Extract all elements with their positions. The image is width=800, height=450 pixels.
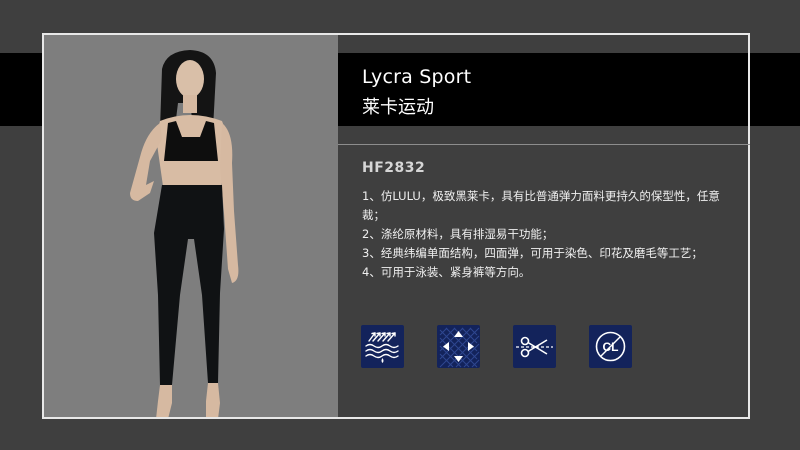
title-english: Lycra Sport [362,66,472,88]
moisture-wicking-icon [361,325,404,368]
product-photo [42,33,338,419]
feature-list: 1、仿LULU，极致黑莱卡，具有比普通弹力面料更持久的保型性，任意裁； 2、涤纶… [362,187,732,282]
feature-icons: CL [361,325,661,369]
cut-freely-icon [513,325,556,368]
four-way-stretch-icon [437,325,480,368]
title-chinese: 莱卡运动 [362,97,434,118]
svg-text:CL: CL [603,340,619,354]
mannequin-image [130,50,239,419]
feature-item: 3、经典纬编单面结构，四面弹，可用于染色、印花及磨毛等工艺； [362,246,703,260]
feature-item: 4、可用于泳装、紧身裤等方向。 [362,265,531,279]
feature-item: 1、仿LULU，极致黑莱卡，具有比普通弹力面料更持久的保型性，任意裁； [362,189,720,222]
product-slide: Lycra Sport 莱卡运动 HF2832 1、仿LULU，极致黑莱卡，具有… [0,0,800,450]
divider [338,144,750,145]
cl-icon: CL [589,325,632,368]
product-code: HF2832 [362,160,426,176]
feature-item: 2、涤纶原材料，具有排湿易干功能； [362,227,554,241]
